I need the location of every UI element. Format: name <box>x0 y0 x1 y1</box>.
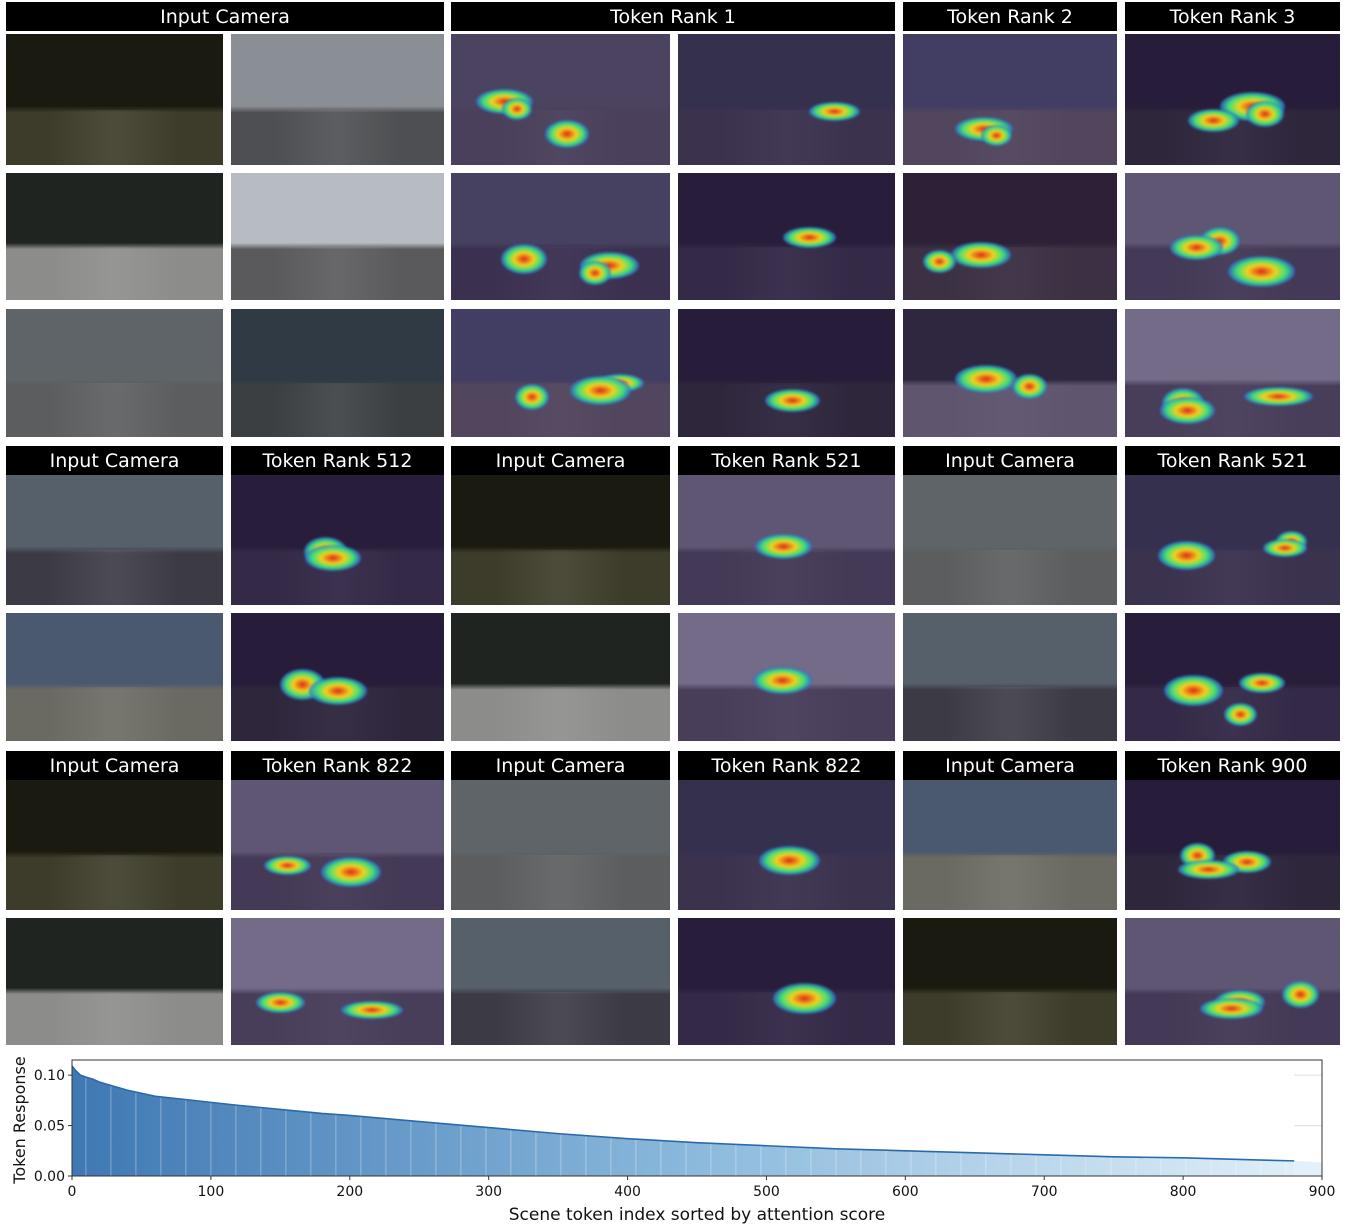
x-tick-label: 400 <box>614 1184 641 1200</box>
panel-rank-label: Token Rank 822 <box>231 751 444 780</box>
series-area-tail <box>1294 1160 1322 1176</box>
camera-image <box>6 918 223 1045</box>
camera-image <box>903 475 1117 605</box>
panel-rank-label: Token Rank 900 <box>1125 751 1340 780</box>
header-token-rank-2: Token Rank 2 <box>903 2 1117 31</box>
attention-heatmap-image <box>678 309 895 437</box>
camera-image <box>451 475 670 605</box>
x-axis-label: Scene token index sorted by attention sc… <box>509 1205 886 1225</box>
camera-image <box>903 780 1117 910</box>
camera-image <box>6 173 223 300</box>
token-response-chart: 0 100 200 300 400 500 600 700 800 900 0.00 0.05 0.10… <box>10 1056 1336 1225</box>
x-tick-label: 700 <box>1031 1184 1058 1200</box>
x-tick-label: 200 <box>336 1184 363 1200</box>
attention-heatmap-image <box>678 475 895 605</box>
camera-image <box>903 613 1117 741</box>
camera-image <box>903 918 1117 1045</box>
x-tick-label: 100 <box>198 1184 225 1200</box>
attention-heatmap-image <box>451 34 670 165</box>
attention-heatmap-image <box>1125 918 1340 1045</box>
y-tick-label: 0.00 <box>34 1169 65 1185</box>
panel-camera-label: Input Camera <box>6 446 223 475</box>
header-input-camera: Input Camera <box>6 2 444 31</box>
attention-heatmap-image <box>678 34 895 165</box>
attention-heatmap-image <box>231 613 444 741</box>
panel-camera-label: Input Camera <box>451 751 670 780</box>
camera-image <box>231 173 444 300</box>
panel-rank-label: Token Rank 521 <box>1125 446 1340 475</box>
header-token-rank-3: Token Rank 3 <box>1125 2 1340 31</box>
attention-heatmap-image <box>903 173 1117 300</box>
attention-heatmap-image <box>903 309 1117 437</box>
x-tick-label: 500 <box>753 1184 780 1200</box>
x-tick-label: 0 <box>68 1184 77 1200</box>
panel-rank-label: Token Rank 521 <box>678 446 895 475</box>
attention-heatmap-image <box>678 918 895 1045</box>
x-tick-label: 900 <box>1309 1184 1336 1200</box>
x-tick-label: 800 <box>1170 1184 1197 1200</box>
attention-heatmap-image <box>1125 34 1340 165</box>
attention-heatmap-image <box>678 780 895 910</box>
panel-rank-label: Token Rank 822 <box>678 751 895 780</box>
header-token-rank-1: Token Rank 1 <box>451 2 895 31</box>
camera-image <box>451 613 670 741</box>
attention-heatmap-image <box>231 780 444 910</box>
y-tick-label: 0.05 <box>34 1119 65 1135</box>
camera-image <box>6 34 223 165</box>
attention-heatmap-image <box>678 173 895 300</box>
attention-heatmap-image <box>451 309 670 437</box>
camera-image <box>6 309 223 437</box>
panel-camera-label: Input Camera <box>451 446 670 475</box>
attention-heatmap-image <box>1125 173 1340 300</box>
camera-image <box>231 309 444 437</box>
area-series <box>71 1060 1322 1176</box>
attention-heatmap-image <box>903 34 1117 165</box>
camera-image <box>6 780 223 910</box>
camera-image <box>451 918 670 1045</box>
panel-rank-label: Token Rank 512 <box>231 446 444 475</box>
x-tick-label: 300 <box>475 1184 502 1200</box>
attention-heatmap-image <box>451 173 670 300</box>
camera-image <box>451 780 670 910</box>
y-tick-label: 0.10 <box>34 1068 65 1084</box>
attention-heatmap-image <box>1125 309 1340 437</box>
attention-heatmap-image <box>231 475 444 605</box>
attention-heatmap-image <box>1125 613 1340 741</box>
attention-heatmap-image <box>1125 475 1340 605</box>
camera-image <box>6 475 223 605</box>
attention-heatmap-image <box>1125 780 1340 910</box>
attention-heatmap-image <box>231 918 444 1045</box>
y-axis-label: Token Response <box>10 1056 29 1184</box>
panel-camera-label: Input Camera <box>903 751 1117 780</box>
panel-camera-label: Input Camera <box>903 446 1117 475</box>
attention-heatmap-image <box>678 613 895 741</box>
x-tick-label: 600 <box>892 1184 919 1200</box>
panel-camera-label: Input Camera <box>6 751 223 780</box>
camera-image <box>231 34 444 165</box>
camera-image <box>6 613 223 741</box>
